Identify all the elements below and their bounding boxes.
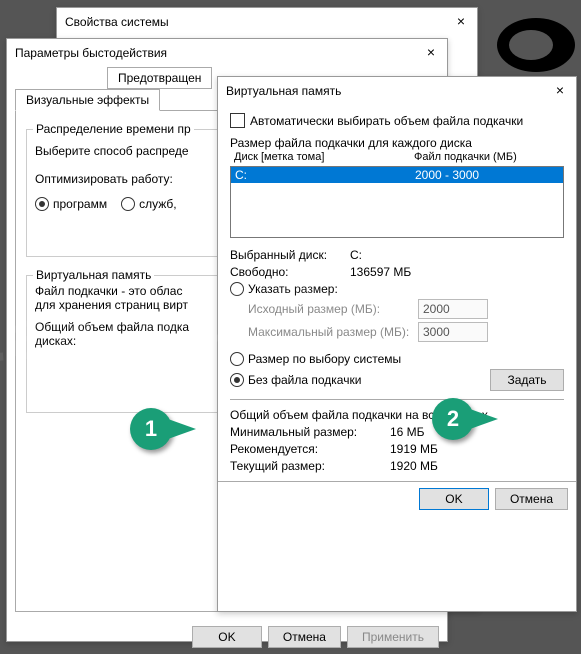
- titlebar: Виртуальная память ×: [218, 77, 576, 105]
- label: Свободно:: [230, 265, 350, 279]
- label: Рекомендуется:: [230, 442, 390, 456]
- tab-dep[interactable]: Предотвращен: [107, 67, 212, 89]
- current-size-value: 1920 МБ: [390, 459, 438, 473]
- titlebar: Свойства системы ×: [57, 8, 477, 36]
- window-title: Свойства системы: [65, 8, 169, 36]
- label: Исходный размер (МБ):: [230, 302, 418, 316]
- list-header: Диск [метка тома] Файл подкачки (МБ): [230, 150, 564, 164]
- label: Выбранный диск:: [230, 248, 350, 262]
- section-label: Размер файла подкачки для каждого диска: [230, 136, 564, 150]
- label: Минимальный размер:: [230, 425, 390, 439]
- window-title: Виртуальная память: [226, 77, 341, 105]
- virtual-memory-window: Виртуальная память × Автоматически выбир…: [217, 76, 577, 612]
- label: Максимальный размер (МБ):: [230, 325, 418, 339]
- group-label: Распределение времени пр: [33, 122, 194, 136]
- group-label: Виртуальная память: [33, 268, 154, 282]
- recommended-value: 1919 МБ: [390, 442, 438, 456]
- ok-button[interactable]: OK: [419, 488, 489, 510]
- max-size-field[interactable]: [418, 322, 488, 342]
- radio-services[interactable]: служб,: [121, 197, 177, 211]
- label: Текущий размер:: [230, 459, 390, 473]
- radio-programs[interactable]: программ: [35, 197, 107, 211]
- free-space-value: 136597 МБ: [350, 265, 411, 279]
- ok-button[interactable]: OK: [192, 626, 262, 648]
- auto-manage-checkbox[interactable]: Автоматически выбирать объем файла подка…: [230, 113, 564, 128]
- section-label: Общий объем файла подкачки на всех диска…: [230, 408, 564, 422]
- drive-row-selected[interactable]: C: 2000 - 3000: [231, 167, 563, 183]
- dialog-buttons: OK Отмена Применить: [7, 620, 447, 654]
- titlebar: Параметры быстодействия ×: [7, 39, 447, 67]
- apply-button[interactable]: Применить: [347, 626, 439, 648]
- selected-disk-value: C:: [350, 248, 362, 262]
- dialog-buttons: OK Отмена: [218, 482, 576, 516]
- window-title: Параметры быстодействия: [15, 39, 167, 67]
- cancel-button[interactable]: Отмена: [495, 488, 568, 510]
- radio-system-managed[interactable]: Размер по выбору системы: [230, 352, 564, 366]
- close-icon[interactable]: ×: [453, 14, 469, 30]
- initial-size-field[interactable]: [418, 299, 488, 319]
- radio-custom-size[interactable]: Указать размер:: [230, 282, 564, 296]
- close-icon[interactable]: ×: [423, 45, 439, 61]
- min-size-value: 16 МБ: [390, 425, 425, 439]
- drive-list[interactable]: C: 2000 - 3000: [230, 166, 564, 238]
- tab-visual-effects[interactable]: Визуальные эффекты: [15, 89, 160, 111]
- background-decoration: [497, 18, 575, 72]
- close-icon[interactable]: ×: [552, 83, 568, 99]
- set-button[interactable]: Задать: [490, 369, 564, 391]
- cancel-button[interactable]: Отмена: [268, 626, 341, 648]
- radio-no-paging-file[interactable]: Без файла подкачки: [230, 373, 361, 387]
